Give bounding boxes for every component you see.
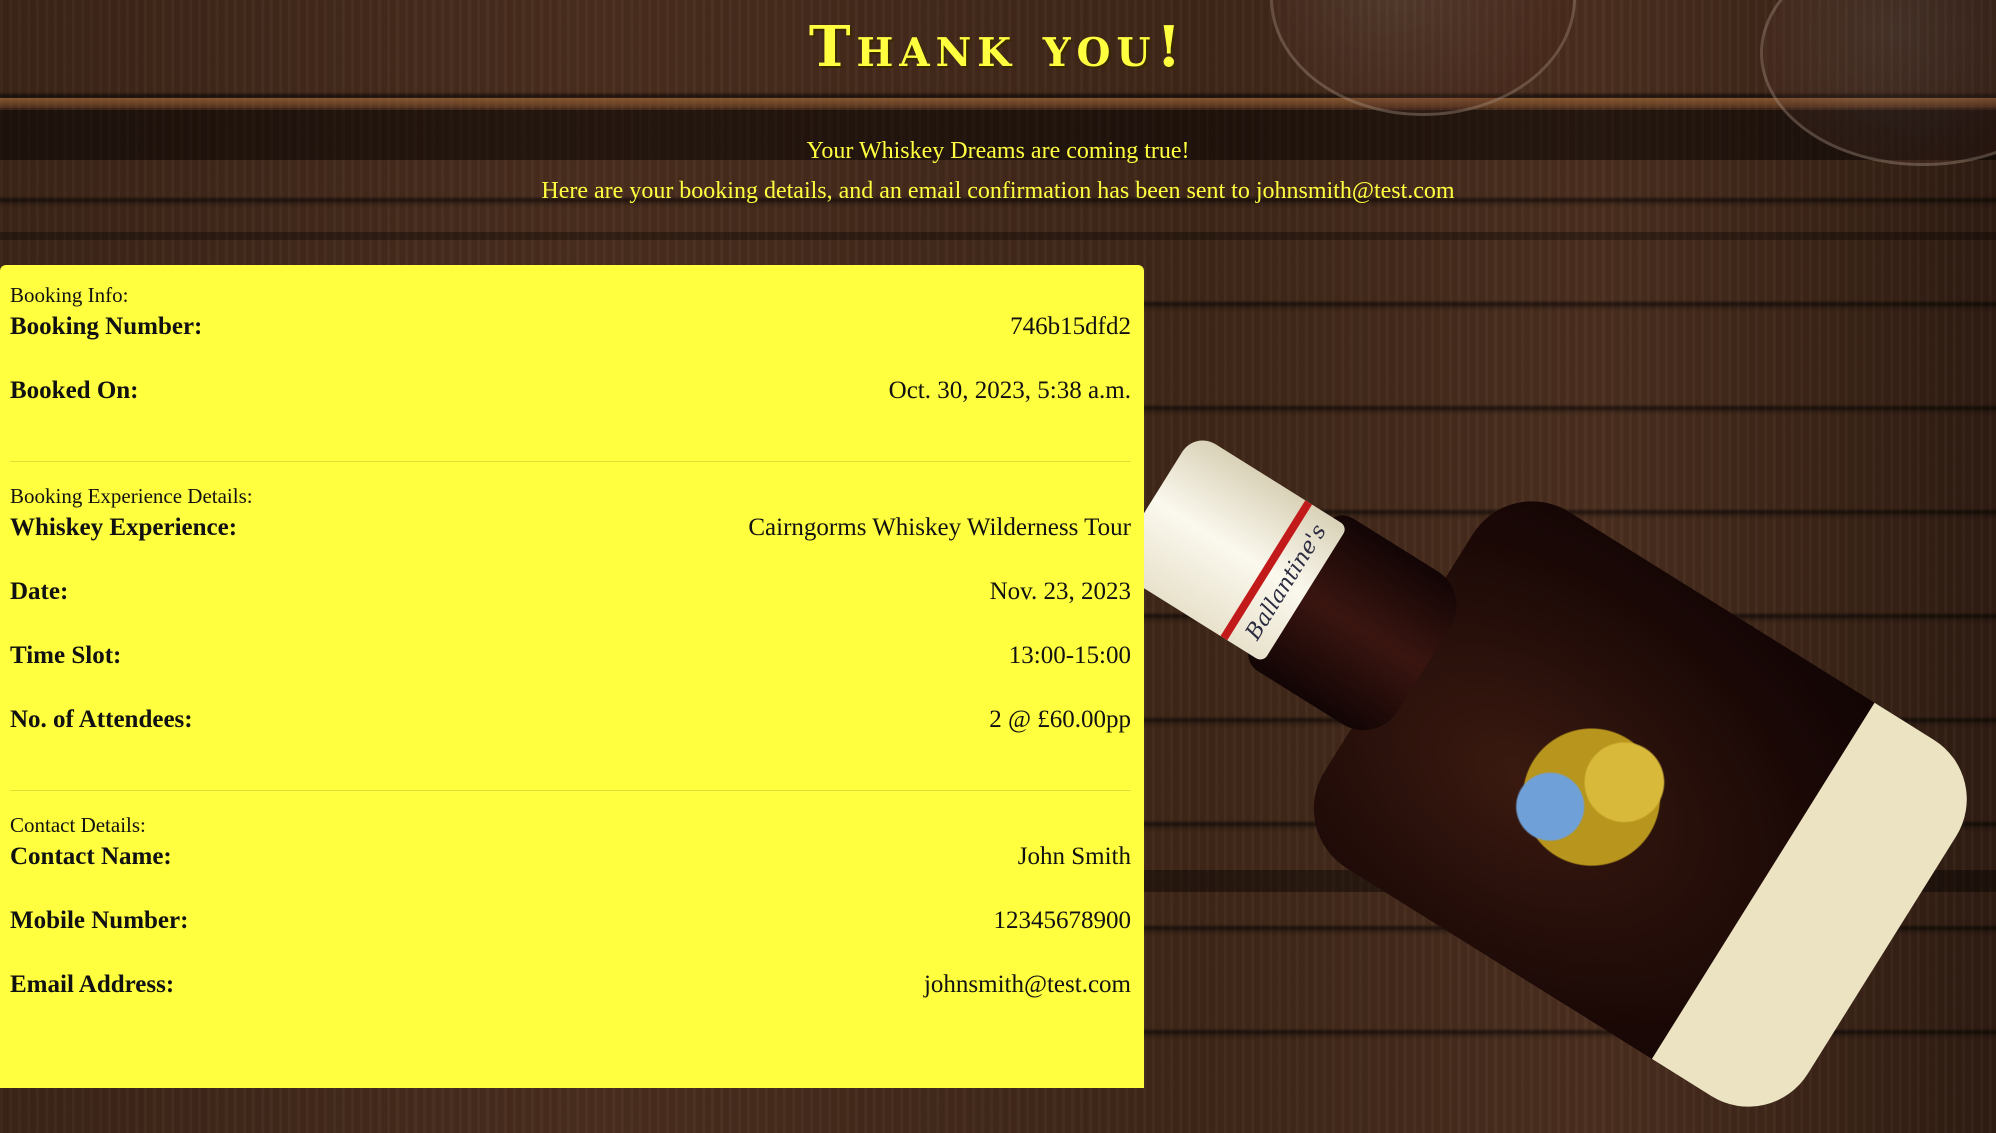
email-address-label: Email Address: bbox=[10, 971, 175, 998]
booking-details-card: Booking Info: Booking Number: 746b15dfd2… bbox=[0, 265, 1144, 1088]
booking-number-label: Booking Number: bbox=[10, 313, 203, 340]
contact-name-value: John Smith bbox=[1017, 843, 1131, 870]
whiskey-bottle-image: Ballantine's bbox=[1110, 0, 1996, 1133]
date-label: Date: bbox=[10, 578, 69, 605]
section-label-booking-info: Booking Info: bbox=[10, 283, 129, 307]
contact-name-row: Contact Name: John Smith bbox=[10, 843, 1131, 907]
booked-on-label: Booked On: bbox=[10, 377, 139, 404]
booking-number-value: 746b15dfd2 bbox=[1010, 313, 1131, 340]
experience-row: Whiskey Experience: Cairngorms Whiskey W… bbox=[10, 514, 1131, 578]
booked-on-value: Oct. 30, 2023, 5:38 a.m. bbox=[888, 377, 1131, 404]
experience-value: Cairngorms Whiskey Wilderness Tour bbox=[748, 514, 1131, 541]
booked-on-row: Booked On: Oct. 30, 2023, 5:38 a.m. bbox=[10, 377, 1131, 441]
attendees-row: No. of Attendees: 2 @ £60.00pp bbox=[10, 706, 1131, 770]
email-address-value: johnsmith@test.com bbox=[923, 971, 1131, 998]
time-slot-label: Time Slot: bbox=[10, 642, 122, 669]
attendees-label: No. of Attendees: bbox=[10, 706, 193, 733]
attendees-value: 2 @ £60.00pp bbox=[989, 706, 1131, 733]
confirmation-message: Here are your booking details, and an em… bbox=[541, 178, 1455, 204]
date-row: Date: Nov. 23, 2023 bbox=[10, 578, 1131, 642]
divider bbox=[10, 461, 1131, 462]
time-slot-row: Time Slot: 13:00-15:00 bbox=[10, 642, 1131, 706]
mobile-number-value: 12345678900 bbox=[993, 907, 1132, 934]
section-label-experience: Booking Experience Details: bbox=[10, 484, 253, 508]
contact-name-label: Contact Name: bbox=[10, 843, 172, 870]
email-address-row: Email Address: johnsmith@test.com bbox=[10, 971, 1131, 1035]
experience-label: Whiskey Experience: bbox=[10, 514, 238, 541]
mobile-number-label: Mobile Number: bbox=[10, 907, 189, 934]
page-title: Thank you! bbox=[808, 14, 1188, 80]
mobile-number-row: Mobile Number: 12345678900 bbox=[10, 907, 1131, 971]
date-value: Nov. 23, 2023 bbox=[989, 578, 1131, 605]
booking-number-row: Booking Number: 746b15dfd2 bbox=[10, 313, 1131, 377]
divider bbox=[10, 790, 1131, 791]
time-slot-value: 13:00-15:00 bbox=[1008, 642, 1131, 669]
subtitle-message: Your Whiskey Dreams are coming true! bbox=[806, 138, 1190, 164]
section-label-contact: Contact Details: bbox=[10, 813, 146, 837]
